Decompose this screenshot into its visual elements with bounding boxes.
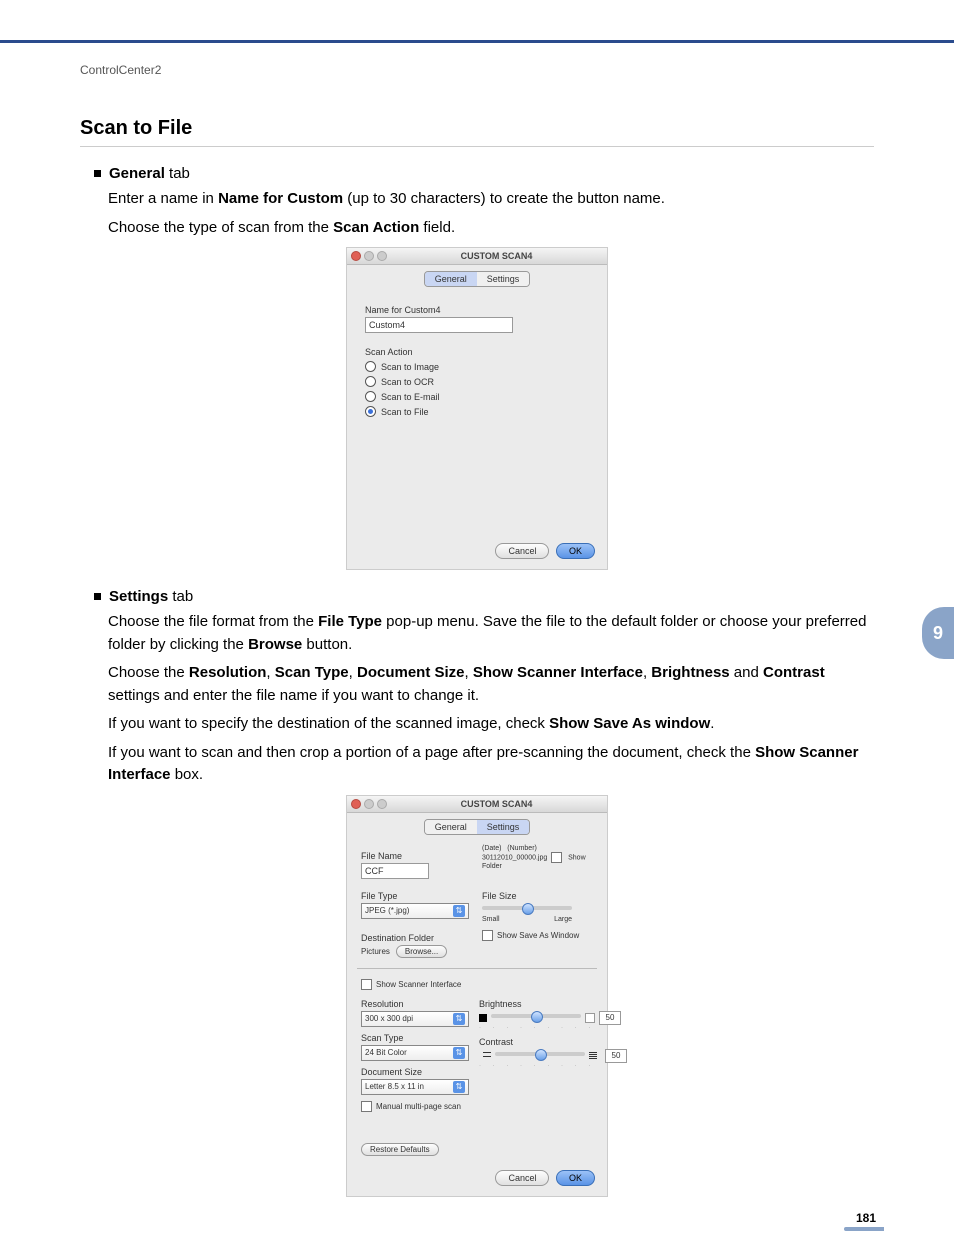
- window-title: CUSTOM SCAN4: [390, 799, 603, 809]
- paragraph: Choose the Resolution, Scan Type, Docume…: [108, 662, 874, 707]
- high-contrast-icon: [589, 1052, 597, 1060]
- paragraph: Enter a name in Name for Custom (up to 3…: [108, 188, 874, 211]
- screenshot-settings-tab: CUSTOM SCAN4 General Settings File Name …: [346, 795, 608, 1197]
- screenshot-general-tab: CUSTOM SCAN4 General Settings Name for C…: [346, 247, 608, 570]
- top-border-bar: [0, 0, 954, 43]
- ok-button[interactable]: OK: [556, 543, 595, 559]
- light-icon: [585, 1013, 595, 1023]
- minimize-dot-icon: [364, 251, 374, 261]
- tab-general[interactable]: General: [425, 272, 477, 286]
- tab-segment: General Settings: [424, 819, 531, 835]
- contrast-slider[interactable]: [495, 1052, 585, 1056]
- contrast-label: Contrast: [479, 1037, 627, 1047]
- docsize-label: Document Size: [361, 1067, 469, 1077]
- show-scanner-interface-checkbox[interactable]: Show Scanner Interface: [361, 979, 593, 990]
- close-dot-icon: [351, 799, 361, 809]
- paragraph: Choose the type of scan from the Scan Ac…: [108, 217, 874, 240]
- bullet-general-tab: General tab: [94, 165, 874, 182]
- filename-input[interactable]: CCF: [361, 863, 429, 879]
- heading-underline: [80, 146, 874, 147]
- filesize-slider[interactable]: [482, 906, 572, 910]
- page-number-accent: [844, 1227, 884, 1231]
- paragraph: If you want to specify the destination o…: [108, 713, 874, 736]
- scantype-label: Scan Type: [361, 1033, 469, 1043]
- date-hint: (Date): [482, 845, 501, 852]
- name-for-custom-label: Name for Custom4: [365, 305, 589, 315]
- filename-sample: 30112010_00000.jpg: [482, 854, 547, 861]
- minimize-dot-icon: [364, 799, 374, 809]
- tab-general[interactable]: General: [425, 820, 477, 834]
- bullet-label: General tab: [109, 165, 190, 182]
- show-save-as-checkbox[interactable]: Show Save As Window: [482, 930, 593, 941]
- square-bullet-icon: [94, 593, 101, 600]
- bullet-settings-tab: Settings tab: [94, 588, 874, 605]
- window-titlebar: CUSTOM SCAN4: [347, 796, 607, 813]
- page-title: Scan to File: [80, 117, 874, 140]
- chevron-updown-icon: ⇅: [453, 1081, 465, 1093]
- small-label: Small: [482, 916, 500, 923]
- scantype-select[interactable]: 24 Bit Color⇅: [361, 1045, 469, 1061]
- breadcrumb: ControlCenter2: [80, 63, 874, 77]
- docsize-select[interactable]: Letter 8.5 x 11 in⇅: [361, 1079, 469, 1095]
- restore-defaults-button[interactable]: Restore Defaults: [361, 1143, 439, 1156]
- chapter-side-tab: 9: [922, 607, 954, 659]
- chevron-updown-icon: ⇅: [453, 1047, 465, 1059]
- window-titlebar: CUSTOM SCAN4: [347, 248, 607, 265]
- tab-settings[interactable]: Settings: [477, 272, 530, 286]
- slider-ticks: · · · · · · · · ·: [479, 1025, 627, 1031]
- destination-folder-label: Destination Folder: [361, 933, 472, 943]
- bullet-label: Settings tab: [109, 588, 193, 605]
- page-number: 181: [856, 1211, 876, 1225]
- large-label: Large: [554, 916, 572, 923]
- filetype-select[interactable]: JPEG (*.jpg)⇅: [361, 903, 469, 919]
- filesize-label: File Size: [482, 891, 593, 901]
- zoom-dot-icon: [377, 251, 387, 261]
- resolution-label: Resolution: [361, 999, 469, 1009]
- radio-scan-to-ocr[interactable]: Scan to OCR: [365, 376, 589, 387]
- name-for-custom-input[interactable]: Custom4: [365, 317, 513, 333]
- brightness-label: Brightness: [479, 999, 627, 1009]
- cancel-button[interactable]: Cancel: [495, 543, 549, 559]
- paragraph: Choose the file format from the File Typ…: [108, 611, 874, 656]
- brightness-slider[interactable]: [491, 1014, 581, 1018]
- low-contrast-icon: [483, 1052, 491, 1060]
- radio-scan-to-image[interactable]: Scan to Image: [365, 361, 589, 372]
- ok-button[interactable]: OK: [556, 1170, 595, 1186]
- show-folder-checkbox[interactable]: [551, 852, 562, 863]
- browse-button[interactable]: Browse...: [396, 945, 447, 958]
- paragraph: If you want to scan and then crop a port…: [108, 742, 874, 787]
- contrast-value[interactable]: 50: [605, 1049, 627, 1063]
- brightness-value[interactable]: 50: [599, 1011, 621, 1025]
- slider-ticks: · · · · · · · · ·: [479, 1063, 627, 1069]
- resolution-select[interactable]: 300 x 300 dpi⇅: [361, 1011, 469, 1027]
- tab-segment: General Settings: [424, 271, 531, 287]
- zoom-dot-icon: [377, 799, 387, 809]
- radio-scan-to-email[interactable]: Scan to E-mail: [365, 391, 589, 402]
- window-title: CUSTOM SCAN4: [390, 251, 603, 261]
- chevron-updown-icon: ⇅: [453, 905, 465, 917]
- destination-folder-value: Pictures: [361, 947, 390, 956]
- manual-multipage-checkbox[interactable]: Manual multi-page scan: [361, 1101, 469, 1112]
- filename-label: File Name: [361, 851, 472, 861]
- filetype-label: File Type: [361, 891, 472, 901]
- number-hint: (Number): [507, 845, 537, 852]
- radio-scan-to-file[interactable]: Scan to File: [365, 406, 589, 417]
- chevron-updown-icon: ⇅: [453, 1013, 465, 1025]
- scan-action-label: Scan Action: [365, 347, 589, 357]
- close-dot-icon: [351, 251, 361, 261]
- square-bullet-icon: [94, 170, 101, 177]
- cancel-button[interactable]: Cancel: [495, 1170, 549, 1186]
- dark-icon: [479, 1014, 487, 1022]
- tab-settings[interactable]: Settings: [477, 820, 530, 834]
